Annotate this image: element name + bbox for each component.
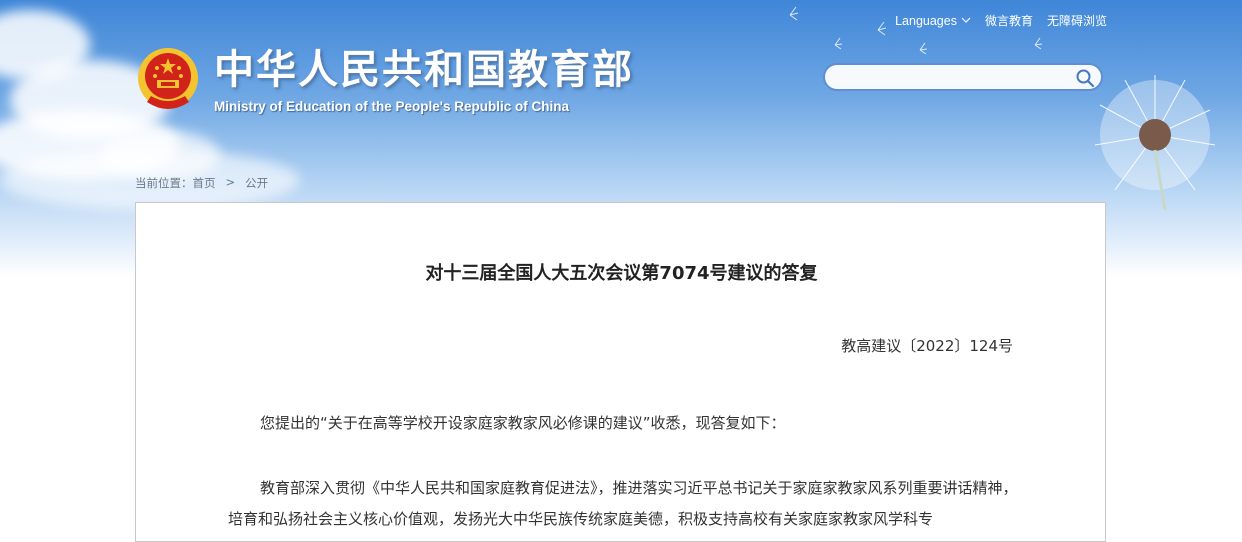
top-links: Languages 微言教育 无障碍浏览 — [895, 12, 1107, 29]
breadcrumb-home-link[interactable]: 首页 — [193, 175, 216, 191]
breadcrumb-prefix: 当前位置： — [135, 176, 193, 190]
site-subtitle: Ministry of Education of the People's Re… — [214, 99, 569, 114]
site-title[interactable]: 中华人民共和国教育部 — [214, 50, 634, 90]
dandelion-decoration — [1094, 75, 1216, 210]
search-icon[interactable] — [1075, 68, 1095, 88]
search-input[interactable] — [837, 65, 1081, 91]
accessible-browse-link[interactable]: 无障碍浏览 — [1047, 12, 1107, 29]
languages-label: Languages — [895, 13, 957, 28]
article-paragraph: 您提出的“关于在高等学校开设家庭家教家风必修课的建议”收悉，现答复如下： — [260, 414, 786, 432]
search-box — [823, 63, 1103, 91]
national-emblem-icon[interactable] — [135, 46, 201, 114]
article-title: 对十三届全国人大五次会议第7074号建议的答复 — [425, 263, 818, 284]
article-panel: 对十三届全国人大五次会议第7074号建议的答复 教高建议〔2022〕124号 您… — [135, 202, 1106, 542]
article-paragraph: 教育部深入贯彻《中华人民共和国家庭教育促进法》，推进落实习近平总书记关于家庭家教… — [228, 479, 1018, 528]
document-number: 教高建议〔2022〕124号 — [841, 337, 1013, 355]
chevron-down-icon — [961, 17, 971, 23]
breadcrumb: 当前位置： 首页 > 公开 — [135, 175, 268, 191]
breadcrumb-current-link[interactable]: 公开 — [245, 175, 268, 191]
weiyan-link[interactable]: 微言教育 — [985, 12, 1033, 29]
languages-menu[interactable]: Languages — [895, 14, 971, 28]
breadcrumb-separator: > — [225, 175, 236, 189]
